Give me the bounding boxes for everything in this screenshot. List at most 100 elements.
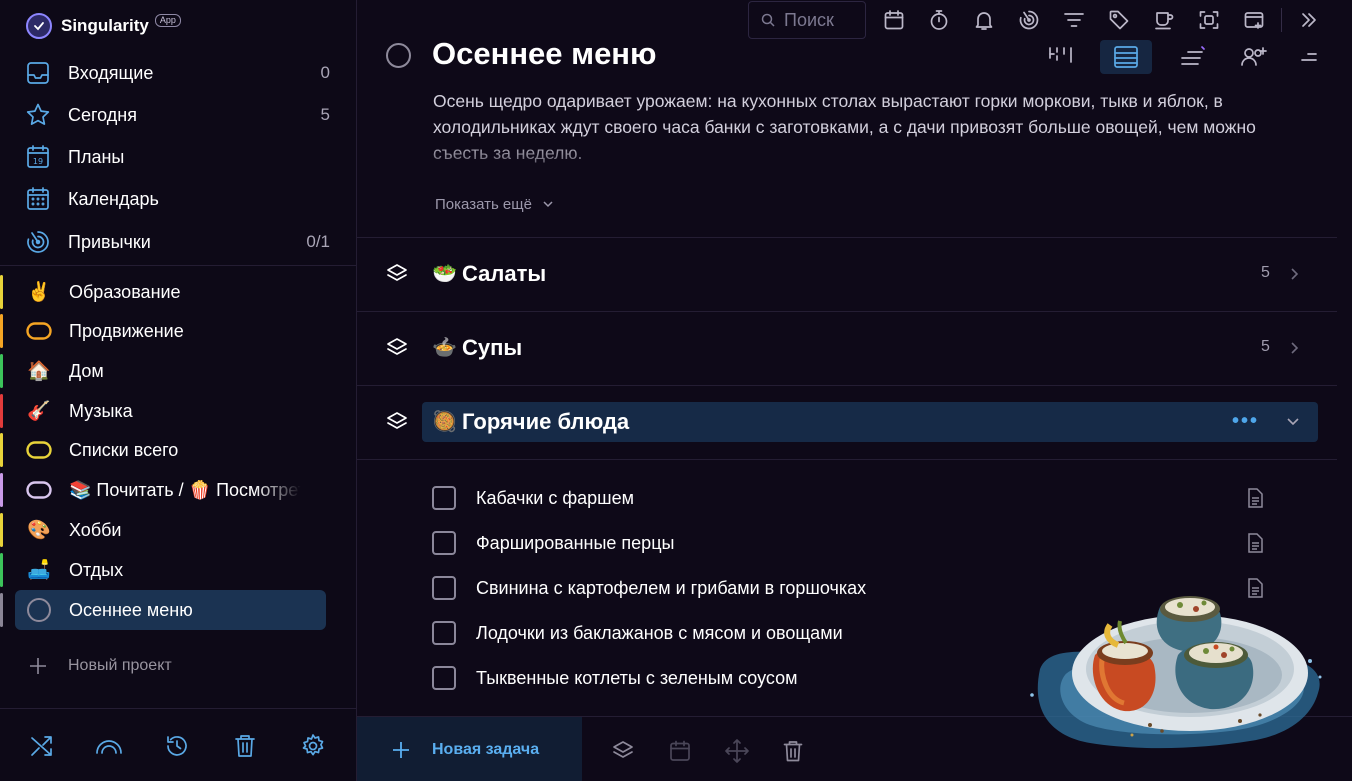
rainbow-arc-icon[interactable]	[94, 731, 124, 761]
history-icon[interactable]	[162, 731, 192, 761]
heading-salads[interactable]: 🥗 Салаты 5	[378, 254, 1322, 294]
project-label: Музыка	[69, 400, 133, 421]
chevron-right-icon[interactable]	[1288, 340, 1302, 356]
task-item[interactable]: Фаршированные перцы	[430, 526, 1290, 560]
shuffle-icon[interactable]	[27, 731, 57, 761]
search-icon	[761, 13, 775, 27]
paella-icon: 🥘	[432, 411, 457, 433]
gantt-view-icon[interactable]	[1166, 40, 1218, 74]
project-label: 📚 Почитать / 🍿 Посмотреть	[69, 479, 301, 500]
nav-count: 0	[320, 63, 330, 82]
app-name: Singularity	[61, 16, 149, 35]
project-item-read-watch[interactable]: 📚 Почитать / 🍿 Посмотреть	[0, 471, 340, 509]
show-more-label: Показать ещё	[435, 195, 532, 213]
habits-target-icon	[24, 228, 52, 256]
task-checkbox[interactable]	[432, 666, 456, 690]
nav-label: Сегодня	[68, 104, 137, 125]
nav-count: 0/1	[306, 232, 330, 251]
heading-hot-dishes[interactable]: 🥘 Горячие блюда •••	[378, 402, 1322, 442]
more-options-icon[interactable]: •••	[1232, 411, 1259, 431]
heading-title: Салаты	[462, 261, 547, 286]
search-input[interactable]: Поиск	[748, 1, 866, 39]
sidebar-toolbar	[0, 708, 357, 781]
note-icon[interactable]	[1244, 487, 1266, 509]
filter-icon[interactable]	[1060, 6, 1088, 34]
add-user-icon[interactable]	[1228, 40, 1280, 74]
nav-item-calendar[interactable]: Календарь	[24, 181, 330, 217]
search-placeholder: Поиск	[784, 9, 834, 30]
target-icon[interactable]	[1015, 6, 1043, 34]
nav-item-habits[interactable]: Привычки 0/1	[24, 224, 330, 260]
project-label: Дом	[69, 360, 104, 381]
project-description: Осень щедро одаривает урожаем: на кухонн…	[433, 91, 1256, 163]
task-checkbox[interactable]	[432, 486, 456, 510]
section-divider	[357, 311, 1337, 312]
section-divider	[357, 459, 1337, 460]
task-title: Лодочки из баклажанов с мясом и овощами	[476, 622, 843, 643]
project-label: Списки всего	[69, 439, 179, 460]
task-title: Тыквенные котлеты с зеленым соусом	[476, 667, 798, 688]
gear-icon[interactable]	[298, 731, 328, 761]
board-view-icon[interactable]	[1035, 40, 1087, 74]
project-item-autumn-menu[interactable]: Осеннее меню	[0, 590, 340, 630]
tag-icon[interactable]	[1105, 6, 1133, 34]
chevron-right-icon[interactable]	[1288, 266, 1302, 282]
stopwatch-icon[interactable]	[925, 6, 953, 34]
double-chevron-right-icon[interactable]	[1295, 6, 1323, 34]
nav-item-today[interactable]: Сегодня 5	[24, 97, 330, 133]
project-color-bar	[0, 553, 3, 587]
calendar-icon[interactable]	[880, 6, 908, 34]
nav-label: Привычки	[68, 231, 151, 252]
ring-orange-icon	[26, 318, 52, 344]
heading-title: Супы	[462, 335, 523, 360]
layers-icon	[384, 261, 410, 287]
add-window-icon[interactable]	[1240, 6, 1268, 34]
new-task-button[interactable]: Новая задача	[357, 717, 582, 781]
project-item-hobby[interactable]: 🎨 Хобби	[0, 511, 340, 549]
trash-icon[interactable]	[779, 737, 807, 765]
project-complete-circle[interactable]	[386, 43, 411, 68]
list-view-icon[interactable]	[1100, 40, 1152, 74]
heading-title: Горячие блюда	[462, 409, 630, 434]
project-color-bar	[0, 473, 3, 507]
show-more-button[interactable]: Показать ещё	[435, 193, 554, 215]
note-icon[interactable]	[1244, 532, 1266, 554]
task-title: Свинина с картофелем и грибами в горшочк…	[476, 577, 867, 598]
focus-scan-icon[interactable]	[1195, 6, 1223, 34]
trash-icon[interactable]	[230, 731, 260, 761]
chevron-down-icon[interactable]	[1285, 414, 1301, 430]
project-item-education[interactable]: ✌️ Образование	[0, 273, 340, 311]
chevron-down-icon	[543, 201, 553, 208]
project-item-promotion[interactable]: Продвижение	[0, 312, 340, 350]
project-color-bar	[0, 513, 3, 547]
task-checkbox[interactable]	[432, 576, 456, 600]
nav-item-plans[interactable]: 19 Планы	[24, 139, 330, 175]
project-title[interactable]: Осеннее меню	[432, 36, 657, 72]
task-checkbox[interactable]	[432, 531, 456, 555]
add-heading-layers-icon[interactable]	[609, 737, 637, 765]
bell-icon[interactable]	[970, 6, 998, 34]
app-badge: App	[154, 13, 181, 27]
project-label: Хобби	[69, 519, 122, 540]
more-lines-icon[interactable]	[1287, 40, 1327, 74]
nav-count: 5	[320, 105, 330, 124]
project-item-home[interactable]: 🏠 Дом	[0, 352, 340, 390]
nav-item-inbox[interactable]: Входящие 0	[24, 55, 330, 91]
task-checkbox[interactable]	[432, 621, 456, 645]
new-project-button[interactable]: Новый проект	[28, 652, 172, 680]
project-item-music[interactable]: 🎸 Музыка	[0, 392, 340, 430]
sidebar: Singularity App Входящие 0 Сегодня 5 19 …	[0, 0, 357, 781]
palette-icon: 🎨	[27, 520, 51, 541]
project-item-lists[interactable]: Списки всего	[0, 431, 340, 469]
project-item-rest[interactable]: 🛋️ Отдых	[0, 551, 340, 589]
coffee-cup-icon[interactable]	[1150, 6, 1178, 34]
calendar-icon[interactable]	[666, 737, 694, 765]
layers-icon	[384, 409, 410, 435]
calendar-grid-icon	[24, 185, 52, 213]
couch-icon: 🛋️	[27, 560, 51, 581]
task-item[interactable]: Кабачки с фаршем	[430, 481, 1290, 515]
task-title: Кабачки с фаршем	[476, 487, 634, 508]
nav-label: Планы	[68, 146, 125, 167]
heading-soups[interactable]: 🍲 Супы 5	[378, 328, 1322, 368]
move-arrows-icon[interactable]	[723, 737, 751, 765]
